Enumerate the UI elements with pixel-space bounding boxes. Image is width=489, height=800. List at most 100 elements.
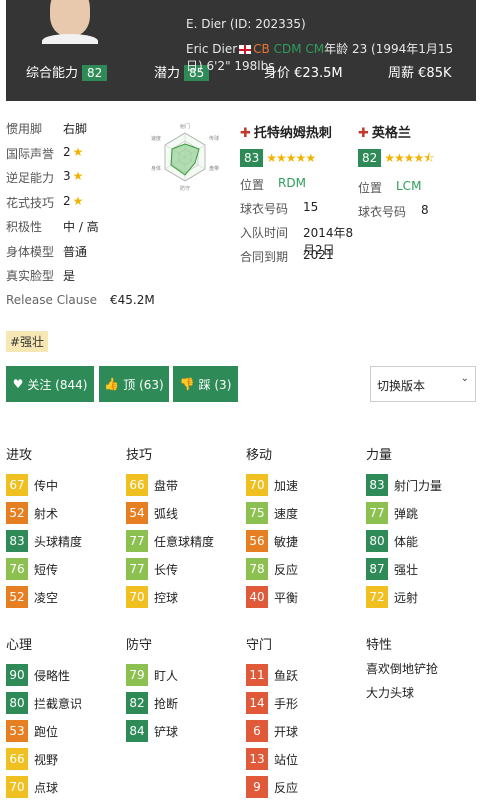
club-name[interactable]: 英格兰 [372, 126, 411, 141]
attribute-value: 13 [246, 748, 268, 770]
attribute-label: 反应 [274, 563, 299, 577]
position-cdm[interactable]: CDM [274, 42, 302, 56]
attribute-value: 72 [366, 586, 388, 608]
player-height-weight: 日) 6'2" 198lbs [186, 59, 275, 73]
club-title[interactable]: ✚ 英格兰 [358, 122, 478, 141]
star-icon: ★ [72, 144, 84, 159]
attribute-row: 53 跑位 [6, 720, 124, 742]
player-age: 年龄 23 (1994年1月15 [324, 42, 454, 56]
overall-stat: 综合能力 82 [26, 62, 108, 81]
attribute-group: 守门 11 鱼跃 14 手形 6 开球 13 站位 9 反应 [246, 634, 364, 798]
attribute-row: 80 拦截意识 [6, 692, 124, 714]
overall-label: 综合能力 [26, 66, 79, 81]
club-rating: 82 ★★★★⯪ [358, 149, 478, 170]
attribute-label: 手形 [274, 697, 299, 711]
avatar-shirt [42, 34, 98, 44]
attribute-row: 90 侵略性 [6, 664, 124, 686]
attribute-row: 13 站位 [246, 748, 364, 770]
player-name: E. Dier (ID: 202335) [186, 17, 306, 31]
attribute-value: 9 [246, 776, 268, 798]
attribute-label: 强壮 [394, 563, 419, 577]
attribute-value: 54 [126, 502, 148, 524]
attribute-value: 80 [366, 530, 388, 552]
attribute-value: 40 [246, 586, 268, 608]
attribute-label: 点球 [34, 781, 59, 795]
attribute-value: 75 [246, 502, 268, 524]
star-icon: ★ [72, 193, 84, 208]
radar-label-shooting: 射门 [180, 123, 190, 130]
attribute-row: 83 头球精度 [6, 530, 124, 552]
club-contract-label: 合同到期 [240, 250, 289, 264]
attribute-label: 体能 [394, 535, 419, 549]
player-tag[interactable]: #强壮 [6, 331, 49, 352]
attribute-group-title: 心理 [6, 638, 33, 653]
attribute-value: 78 [246, 558, 268, 580]
attribute-label: 平衡 [274, 591, 299, 605]
info-row: 真实脸型是 [6, 267, 146, 292]
attribute-label: 速度 [274, 507, 299, 521]
info-number: 2 [63, 193, 71, 208]
club-rating: 83 ★★★★★ [240, 149, 360, 167]
attribute-value: 66 [126, 474, 148, 496]
attribute-label: 任意球精度 [154, 535, 215, 549]
version-select[interactable]: 切换版本 ⌄ [370, 366, 476, 402]
club-position-row: 位置 LCM [358, 179, 478, 195]
attribute-group: 技巧 66 盘带 54 弧线 77 任意球精度 77 长传 70 控球 [126, 444, 244, 608]
player-full-name: Eric Dier [186, 42, 238, 56]
info-key: 真实脸型 [6, 269, 55, 283]
attribute-value: 83 [366, 474, 388, 496]
attribute-label: 短传 [34, 563, 59, 577]
info-value: 2 ★ [63, 194, 83, 208]
attribute-label: 盯人 [154, 669, 179, 683]
player-trait: 大力头球 [366, 686, 415, 700]
attribute-row: 66 视野 [6, 748, 124, 770]
attribute-row: 75 速度 [246, 502, 364, 524]
overall-value: 82 [82, 65, 108, 81]
attribute-group: 特性 喜欢倒地铲抢 大力头球 [366, 634, 484, 794]
chevron-down-icon: ⌄ [460, 373, 469, 384]
release-clause: Release Clause €45.2M [6, 293, 155, 307]
club-title[interactable]: ✚ 托特纳姆热刺 [240, 122, 360, 141]
club-position-value: RDM [278, 176, 306, 190]
player-info-list: 惯用脚 右脚 国际声誉 2 ★ 逆足能力 3 ★ 花式技巧 2 ★ 积极性中 / 高 身体模型… [6, 120, 146, 292]
club-stars: ★★★★⯪ [384, 151, 434, 165]
attribute-label: 长传 [154, 563, 179, 577]
wage-label: 周薪 [388, 66, 415, 81]
position-cb[interactable]: CB [253, 42, 270, 56]
position-cm[interactable]: CM [305, 42, 324, 56]
attribute-value: 53 [6, 720, 28, 742]
radar-label-passing: 传球 [209, 135, 219, 142]
attribute-row: 67 传中 [6, 474, 124, 496]
attribute-label: 控球 [154, 591, 179, 605]
attribute-value: 76 [6, 558, 28, 580]
club-contract-row: 合同到期 2021 [240, 248, 360, 264]
attribute-row: 56 敏捷 [246, 530, 364, 552]
club-rating-value: 83 [240, 149, 264, 167]
upvote-button[interactable]: 👍 顶 (63) [99, 366, 169, 402]
attribute-row: 87 强壮 [366, 558, 484, 580]
attribute-row: 76 短传 [6, 558, 124, 580]
value-stat: 身价 €23.5M [264, 62, 343, 81]
info-key: 国际声誉 [6, 146, 55, 161]
info-value: 中 / 高 [63, 220, 99, 234]
attribute-value: 80 [6, 692, 28, 714]
attribute-row: 52 凌空 [6, 586, 124, 608]
info-value: 右脚 [63, 122, 88, 136]
attribute-label: 反应 [274, 781, 299, 795]
club-kit-label: 球衣号码 [358, 205, 407, 219]
club-position-row: 位置 RDM [240, 176, 360, 192]
attribute-row: 78 反应 [246, 558, 364, 580]
downvote-button[interactable]: 👎 踩 (3) [173, 366, 238, 402]
attribute-value: 79 [126, 664, 148, 686]
attribute-label: 盘带 [154, 479, 179, 493]
club-stars: ★★★★★ [266, 151, 316, 165]
attribute-label: 远射 [394, 591, 419, 605]
attribute-group: 防守 79 盯人 82 抢断 84 铲球 [126, 634, 244, 794]
club-kit-row: 球衣号码 15 [240, 200, 360, 216]
player-trait: 喜欢倒地铲抢 [366, 662, 439, 676]
club-name[interactable]: 托特纳姆热刺 [254, 126, 332, 141]
potential-label: 潜力 [154, 66, 181, 81]
follow-button[interactable]: ♥ 关注 (844) [6, 366, 94, 402]
attribute-label: 开球 [274, 725, 299, 739]
attribute-value: 83 [6, 530, 28, 552]
